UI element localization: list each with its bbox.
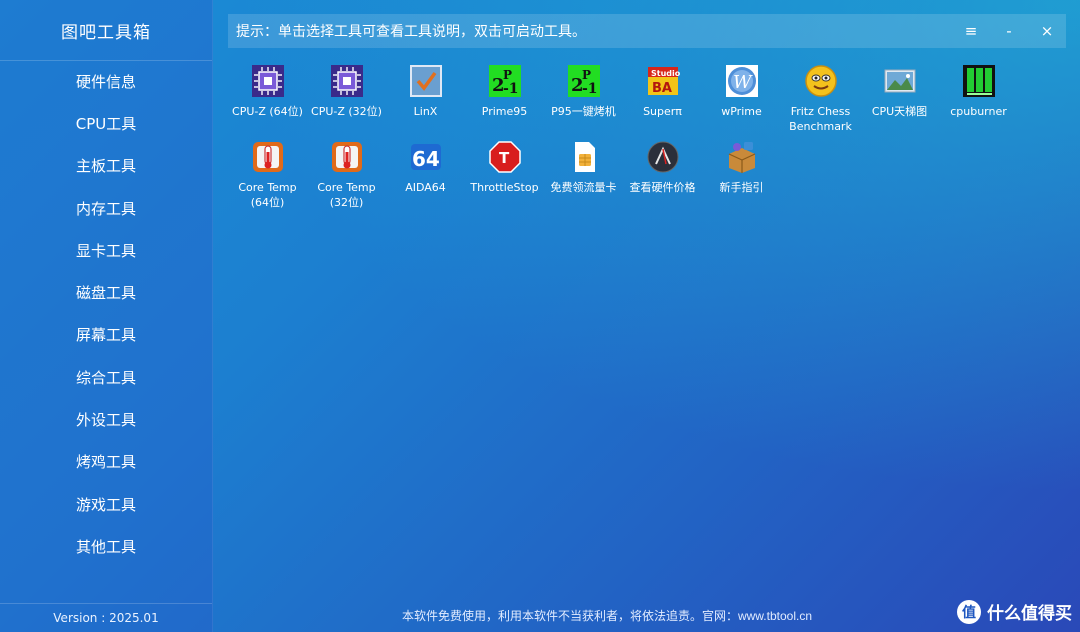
tool-label: wPrime [721,105,762,118]
cpuburner-icon [962,64,996,98]
close-button[interactable]: × [1028,14,1066,48]
tool-hardware-price[interactable]: 查看硬件价格 [623,140,702,216]
svg-text:-1: -1 [582,81,598,97]
coretemp-icon [330,140,364,174]
tool-fritz-chess[interactable]: Fritz Chess Benchmark [781,64,860,140]
simcard-icon [567,140,601,174]
minimize-button[interactable]: - [990,14,1028,48]
svg-text:T: T [499,149,510,167]
sidebar-item-gpu-tools[interactable]: 显卡工具 [0,229,212,271]
svg-text:P: P [582,68,591,82]
linx-icon [409,64,443,98]
sidebar-item-disk-tools[interactable]: 磁盘工具 [0,271,212,313]
footer-notice: 本软件免费使用，利用本软件不当获利者，将依法追责。官网：www.tbtool.c… [401,609,813,623]
app-title: 图吧工具箱 [0,0,212,61]
tool-label: 免费领流量卡 [550,181,617,194]
tool-label: CPU-Z (64位) [232,105,303,118]
tool-label: AIDA64 [405,181,446,194]
tool-label: ThrottleStop [470,181,539,194]
sidebar-item-stress-tools[interactable]: 烤鸡工具 [0,441,212,483]
tool-label: Core Temp (64位) [238,181,297,209]
tool-coretemp-64[interactable]: Core Temp (64位) [228,140,307,216]
menu-button[interactable]: ≡ [952,14,990,48]
tool-label: Core Temp (32位) [317,181,376,209]
sidebar-item-screen-tools[interactable]: 屏幕工具 [0,314,212,356]
tool-label: LinX [413,105,438,118]
tool-prime95[interactable]: 2 P -1 Prime95 [465,64,544,140]
throttlestop-icon: T [488,140,522,174]
wprime-icon: W [725,64,759,98]
aida64-icon: 64 [409,140,443,174]
watermark-text: 什么值得买 [987,604,1072,624]
hint-text: 提示：单击选择工具可查看工具说明，双击可启动工具。 [236,24,586,40]
svg-text:P: P [503,68,512,82]
sidebar: 图吧工具箱 硬件信息 CPU工具 主板工具 内存工具 显卡工具 磁盘工具 屏幕工… [0,0,213,632]
svg-text:BA: BA [652,81,672,96]
sidebar-item-general-tools[interactable]: 综合工具 [0,356,212,398]
tool-label: cpuburner [950,105,1007,118]
svg-text:64: 64 [412,147,440,171]
tool-cpuz-64[interactable]: CPU-Z (64位) [228,64,307,140]
superpi-icon: Studio BA [646,64,680,98]
svg-text:W: W [733,72,753,93]
prime95-icon: 2 P -1 [488,64,522,98]
price-icon [646,140,680,174]
tool-superpi[interactable]: Studio BA Superπ [623,64,702,140]
watermark: 值 什么值得买 [957,599,1072,624]
sidebar-item-memory-tools[interactable]: 内存工具 [0,187,212,229]
svg-text:Studio: Studio [651,69,680,78]
tool-label: 新手指引 [719,181,764,194]
tool-throttlestop[interactable]: T ThrottleStop [465,140,544,216]
guide-icon [725,140,759,174]
tool-cpuz-32[interactable]: CPU-Z (32位) [307,64,386,140]
prime95-icon: 2 P -1 [567,64,601,98]
cpuz-icon [251,64,285,98]
tool-label: CPU-Z (32位) [311,105,382,118]
tool-label: Fritz Chess Benchmark [789,105,852,133]
tool-linx[interactable]: LinX [386,64,465,140]
tool-p95-oneclick[interactable]: 2 P -1 P95一键烤机 [544,64,623,140]
tool-label: Prime95 [481,105,528,118]
tool-label: P95一键烤机 [551,105,616,118]
sidebar-nav: 硬件信息 CPU工具 主板工具 内存工具 显卡工具 磁盘工具 屏幕工具 综合工具… [0,60,212,568]
watermark-logo-icon: 值 [957,599,981,624]
svg-text:-1: -1 [503,81,519,97]
hint-bar: 提示：单击选择工具可查看工具说明，双击可启动工具。 ≡ - × [228,14,1066,48]
tool-label: 查看硬件价格 [629,181,696,194]
tool-label: CPU天梯图 [871,105,928,118]
tool-coretemp-32[interactable]: Core Temp (32位) [307,140,386,216]
tool-aida64[interactable]: 64 AIDA64 [386,140,465,216]
sidebar-item-hardware-info[interactable]: 硬件信息 [0,60,212,102]
fritz-icon [804,64,838,98]
sidebar-item-cpu-tools[interactable]: CPU工具 [0,102,212,144]
ladder-icon [883,64,917,98]
tool-cpuburner[interactable]: cpuburner [939,64,1018,140]
tool-beginner-guide[interactable]: 新手指引 [702,140,781,216]
tool-wprime[interactable]: W wPrime [702,64,781,140]
sidebar-item-other-tools[interactable]: 其他工具 [0,525,212,567]
tool-free-simcard[interactable]: 免费领流量卡 [544,140,623,216]
tool-label: Superπ [643,105,682,118]
tool-cpu-ladder[interactable]: CPU天梯图 [860,64,939,140]
cpuz-icon [330,64,364,98]
sidebar-item-motherboard-tools[interactable]: 主板工具 [0,145,212,187]
sidebar-item-peripheral-tools[interactable]: 外设工具 [0,398,212,440]
version-label: Version : 2025.01 [0,603,212,632]
coretemp-icon [251,140,285,174]
tool-grid: CPU-Z (64位) CPU-Z (32位) LinX 2 P -1 Prime9… [228,64,1028,216]
sidebar-item-game-tools[interactable]: 游戏工具 [0,483,212,525]
